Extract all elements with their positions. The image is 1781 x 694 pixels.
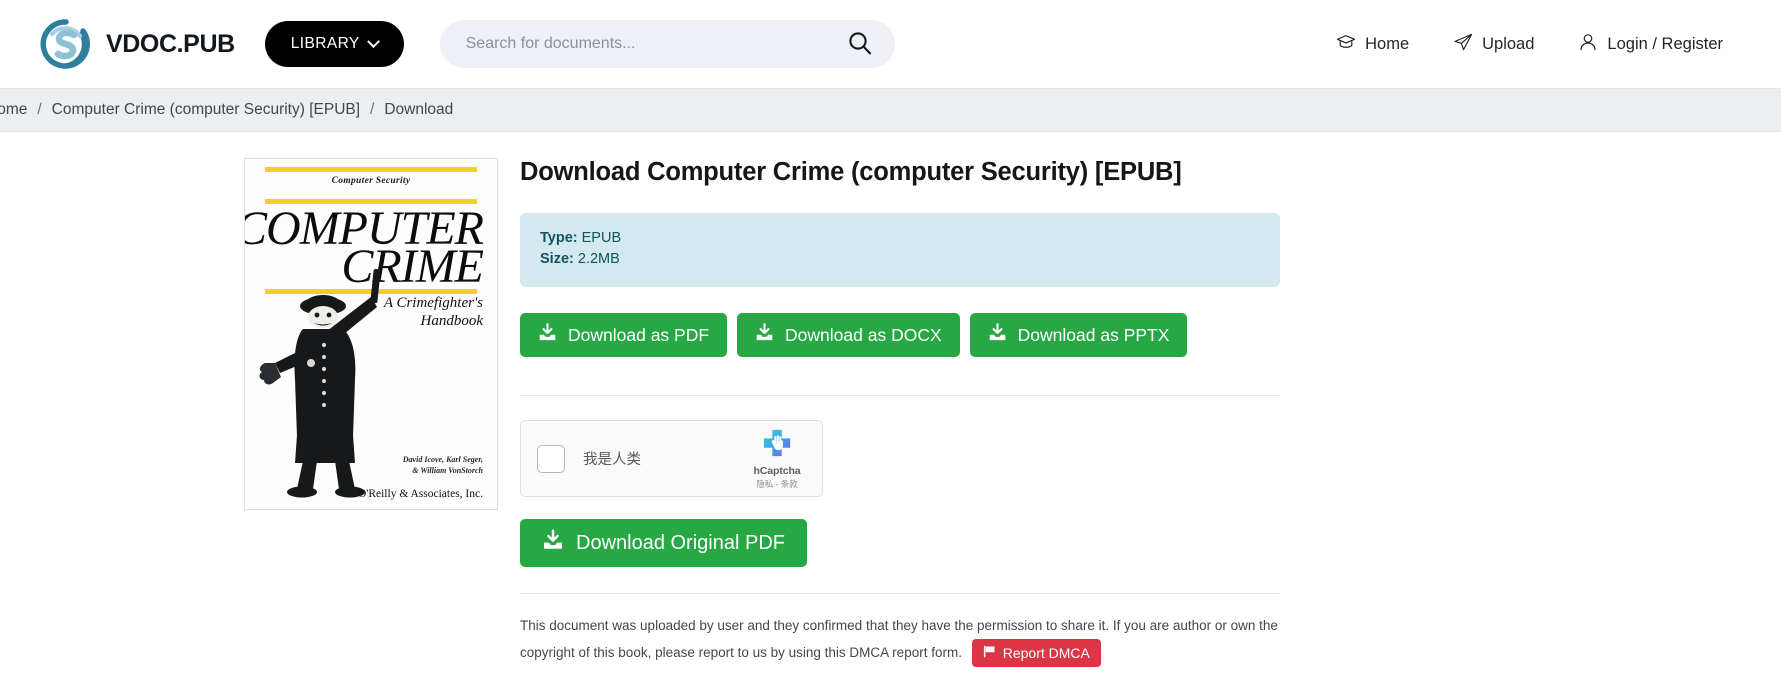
hcaptcha-checkbox[interactable] [537,444,565,473]
hcaptcha-widget[interactable]: 我是人类 hCaptcha 隐私 - 条款 [520,420,823,498]
nav-item-login-register-label: Login / Register [1607,34,1723,53]
download-original-pdf-label: Download Original PDF [576,531,785,554]
paper-plane-icon [1453,32,1473,57]
cover-publisher: O'Reilly & Associates, Inc. [357,488,483,500]
circle-s-logo-icon [40,18,92,70]
download-icon [542,529,564,557]
info-type-label: Type: [540,230,578,246]
search-button[interactable] [847,30,873,59]
library-button[interactable]: LIBRARY [264,21,404,67]
breadcrumb-item-document[interactable]: Computer Crime (computer Security) [EPUB… [52,101,360,119]
search-bar[interactable] [439,20,895,68]
cover-series-label: Computer Security [331,176,411,186]
breadcrumb: Home / Computer Crime (computer Security… [0,101,453,119]
graduation-cap-icon [1336,32,1356,57]
download-pptx-label: Download as PPTX [1017,324,1170,345]
nav-item-upload-label: Upload [1482,34,1535,53]
download-pdf-label: Download as PDF [568,324,710,345]
divider-above-disclaimer [520,593,1280,595]
download-pdf-button[interactable]: Download as PDF [520,313,728,358]
main-content: Computer Security COMPUTER CRIME A Crime… [0,132,1781,668]
cover-subtitle-line2: Handbook [420,313,484,329]
content-column: Download Computer Crime (computer Securi… [520,158,1340,668]
policeman-illustration [259,268,381,498]
book-cover-thumbnail[interactable]: Computer Security COMPUTER CRIME A Crime… [244,158,498,510]
brand-logo[interactable]: VDOC.PUB [40,18,235,70]
cover-authors-line2: & William VonStorch [412,465,483,475]
brand-name: VDOC.PUB [106,29,235,58]
document-info-box: Type: EPUB Size: 2.2MB [520,213,1280,288]
download-pptx-button[interactable]: Download as PPTX [969,313,1188,358]
info-size-value: 2.2MB [577,251,620,268]
nav-item-login-register[interactable]: Login / Register [1578,32,1723,57]
hcaptcha-checkbox-label: 我是人类 [583,452,641,469]
search-input[interactable] [463,34,847,54]
report-dmca-button[interactable]: Report DMCA [971,639,1101,668]
info-size-label: Size: [540,251,574,268]
dmca-disclaimer: This document was uploaded by user and t… [520,612,1280,668]
download-icon [755,323,774,347]
breadcrumb-item-home[interactable]: Home [0,101,27,119]
breadcrumb-bar: Home / Computer Crime (computer Security… [0,88,1781,132]
breadcrumb-separator-2: / [370,101,375,118]
info-type-row: Type: EPUB [540,228,1260,249]
page-title: Download Computer Crime (computer Securi… [520,158,1182,186]
nav-item-home[interactable]: Home [1336,32,1409,57]
flag-icon [983,645,996,661]
download-icon [538,323,557,347]
download-icon [988,323,1007,347]
divider-above-captcha [520,395,1280,397]
cover-rule-top [265,167,477,172]
search-icon [847,30,873,59]
breadcrumb-item-current: Download [384,101,454,118]
user-icon [1578,32,1598,57]
download-original-pdf-button[interactable]: Download Original PDF [520,519,807,568]
nav-item-home-label: Home [1365,34,1410,53]
cover-authors-line1: David Icove, Karl Seger, [402,455,483,464]
site-header: VDOC.PUB LIBRARY Home [0,0,1781,88]
hcaptcha-brand-name: hCaptcha [753,464,801,477]
cover-authors: David Icove, Karl Seger, & William VonSt… [403,455,483,477]
hcaptcha-hand-icon [762,429,792,462]
dmca-disclaimer-text: This document was uploaded by user and t… [520,618,1278,661]
report-dmca-label: Report DMCA [1002,645,1090,662]
breadcrumb-separator: / [37,101,42,118]
hcaptcha-branding: hCaptcha 隐私 - 条款 [744,428,810,490]
hcaptcha-privacy-terms-links[interactable]: 隐私 - 条款 [744,478,810,490]
download-docx-button[interactable]: Download as DOCX [737,313,960,358]
library-button-label: LIBRARY [290,35,360,52]
info-size-row: Size: 2.2MB [540,249,1260,270]
download-format-buttons: Download as PDF Download as DOCX Downloa… [520,313,1280,358]
header-nav: Home Upload Login / Register [1336,32,1745,57]
nav-item-upload[interactable]: Upload [1453,32,1534,57]
info-type-value: EPUB [581,230,622,246]
chevron-down-icon [366,34,380,48]
cover-column: Computer Security COMPUTER CRIME A Crime… [0,158,520,667]
download-docx-label: Download as DOCX [785,324,942,345]
